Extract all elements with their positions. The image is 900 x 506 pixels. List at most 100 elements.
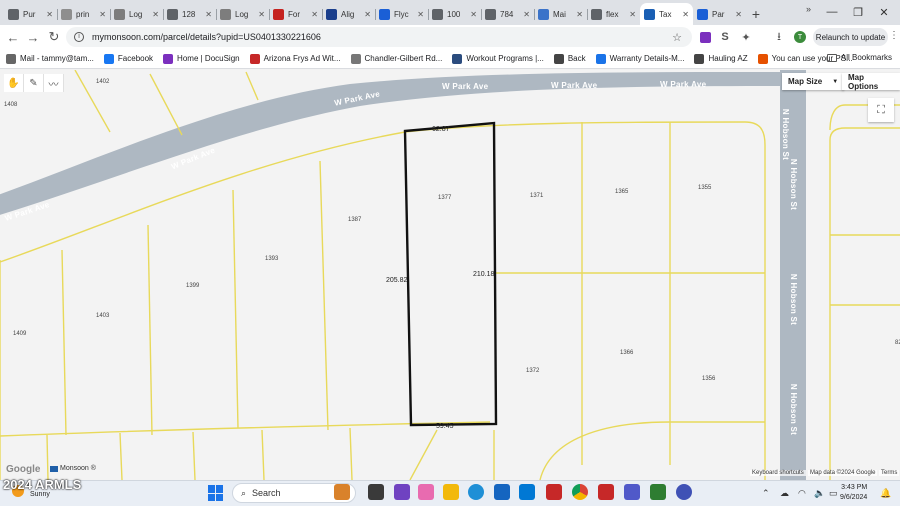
close-tab-icon[interactable]: ✕ [205, 10, 212, 19]
fullscreen-icon[interactable]: ⛶ [868, 98, 894, 122]
app-icon[interactable] [650, 484, 666, 500]
close-tab-icon[interactable]: ✕ [629, 10, 636, 19]
browser-tab[interactable]: 100 ✕ [428, 3, 481, 25]
browser-tab[interactable]: Pur ✕ [4, 3, 57, 25]
notification-bell-icon[interactable]: 🔔 [880, 488, 891, 499]
teams-icon[interactable] [624, 484, 640, 500]
task-view-icon[interactable] [368, 484, 384, 500]
start-windows-icon[interactable] [208, 485, 224, 501]
close-tab-icon[interactable]: ✕ [682, 10, 689, 19]
back-arrow-icon[interactable]: ← [2, 26, 24, 48]
mcafee-icon[interactable] [546, 484, 562, 500]
close-tab-icon[interactable]: ✕ [735, 10, 742, 19]
s-extension-icon[interactable]: S [717, 29, 733, 45]
bookmark-favicon-icon [350, 53, 361, 64]
maximize-button[interactable]: ❐ [846, 4, 870, 20]
street-label: N Hobson St [789, 158, 799, 211]
tab-favicon-icon [167, 8, 178, 20]
lot-number: 1377 [438, 195, 452, 201]
browser-tab[interactable]: Log ✕ [216, 3, 269, 25]
browser-tab[interactable]: prin ✕ [57, 3, 110, 25]
relaunch-button[interactable]: Relaunch to update [813, 28, 888, 46]
bookmark-item[interactable]: Mail - tammy@tam... [6, 53, 94, 64]
edge-icon[interactable] [468, 484, 484, 500]
close-tab-icon[interactable]: ✕ [523, 10, 530, 19]
bookmark-label: Back [567, 54, 586, 63]
bookmark-item[interactable]: Facebook [103, 53, 153, 64]
browser-tab[interactable]: Par ✕ [693, 3, 746, 25]
browser-tab[interactable]: Mai ✕ [534, 3, 587, 25]
close-tab-icon[interactable]: ✕ [311, 10, 318, 19]
parcel-map[interactable]: W Park Ave W Park Ave W Park Ave W Park … [0, 70, 900, 480]
map-size-dropdown[interactable]: Map Size ▼ [782, 73, 845, 90]
browser-tab[interactable]: 784 ✕ [481, 3, 534, 25]
close-tab-icon[interactable]: ✕ [152, 10, 159, 19]
file-explorer-icon[interactable] [443, 484, 459, 500]
bookmark-item[interactable]: Arizona Frys Ad Wit... [249, 53, 341, 64]
menu-dots-icon[interactable]: ⋮ [889, 30, 899, 41]
mcafee-secondary-icon[interactable] [598, 484, 614, 500]
browser-tab[interactable]: Tax ✕ [640, 3, 693, 25]
bookmarks-overflow-icon[interactable]: » [806, 4, 811, 14]
close-tab-icon[interactable]: ✕ [99, 10, 106, 19]
close-tab-icon[interactable]: ✕ [576, 10, 583, 19]
volume-icon[interactable]: 🔈 [814, 488, 825, 499]
download-icon[interactable]: ⭳ [771, 29, 787, 45]
forward-arrow-icon[interactable]: → [22, 26, 44, 48]
browser-tab[interactable]: Log ✕ [110, 3, 163, 25]
close-tab-icon[interactable]: ✕ [417, 10, 424, 19]
bookmark-item[interactable]: Back [553, 53, 586, 64]
browser-tab[interactable]: Flyc ✕ [375, 3, 428, 25]
map-options-button[interactable]: Map Options [842, 73, 900, 91]
browser-tab[interactable]: flex ✕ [587, 3, 640, 25]
copilot-icon[interactable] [394, 484, 410, 500]
bookmark-item[interactable]: Hauling AZ [694, 53, 748, 64]
chevron-up-icon[interactable]: ⌃ [762, 488, 770, 499]
all-bookmarks-button[interactable]: All Bookmarks [826, 53, 892, 62]
extensions-puzzle-icon[interactable]: ✦ [738, 29, 754, 45]
bookmark-item[interactable]: Workout Programs |... [452, 53, 544, 64]
new-tab-button[interactable]: + [746, 3, 766, 25]
reload-icon[interactable]: ↻ [43, 26, 65, 48]
browser-tab[interactable]: For ✕ [269, 3, 322, 25]
bookmark-star-icon[interactable]: ☆ [672, 31, 682, 44]
mail-app-icon[interactable] [519, 484, 535, 500]
app-icon-round[interactable] [676, 484, 692, 500]
onedrive-icon[interactable]: ☁ [780, 488, 789, 499]
chrome-icon[interactable] [572, 484, 588, 500]
profile-avatar[interactable]: T [794, 31, 806, 43]
close-tab-icon[interactable]: ✕ [364, 10, 371, 19]
extension-icon[interactable] [697, 29, 713, 45]
close-tab-icon[interactable]: ✕ [46, 10, 53, 19]
parcel-boundaries [0, 70, 900, 480]
wifi-icon[interactable]: ◠ [798, 488, 806, 499]
terms-link[interactable]: Terms [879, 470, 900, 476]
keyboard-shortcuts-link[interactable]: Keyboard shortcuts [750, 470, 806, 476]
pan-hand-icon[interactable]: ✋ [4, 74, 24, 92]
browser-tab[interactable]: Alig ✕ [322, 3, 375, 25]
tab-favicon-icon [379, 8, 390, 20]
bookmark-item[interactable]: Chandler-Gilbert Rd... [350, 53, 442, 64]
close-tab-icon[interactable]: ✕ [470, 10, 477, 19]
bookmark-item[interactable]: Home | DocuSign [163, 53, 240, 64]
tab-favicon-icon [273, 8, 284, 20]
street-label: W Park Ave [551, 81, 598, 90]
weather-widget[interactable]: Sunny [30, 491, 50, 498]
bookmark-label: Warranty Details-M... [609, 54, 685, 63]
taskbar-clock[interactable]: 3:43 PM 9/6/2024 [840, 483, 867, 503]
store-icon[interactable] [494, 484, 510, 500]
measure-icon[interactable]: 〰 [44, 74, 64, 92]
lot-number: 1356 [702, 376, 716, 382]
minimize-button[interactable]: — [820, 4, 844, 20]
battery-icon[interactable]: ▭ [829, 488, 838, 499]
address-bar[interactable]: i mymonsoon.com/parcel/details?upid=US04… [66, 27, 692, 47]
close-tab-icon[interactable]: ✕ [258, 10, 265, 19]
street-label: W Park Ave [660, 80, 707, 89]
site-info-icon[interactable]: i [74, 32, 84, 42]
widget-app-icon[interactable] [334, 484, 350, 500]
bookmark-item[interactable]: Warranty Details-M... [595, 53, 685, 64]
draw-icon[interactable]: ✎ [24, 74, 44, 92]
copilot-app-icon[interactable] [418, 484, 434, 500]
browser-tab[interactable]: 128 ✕ [163, 3, 216, 25]
close-window-button[interactable]: ✕ [872, 4, 896, 20]
